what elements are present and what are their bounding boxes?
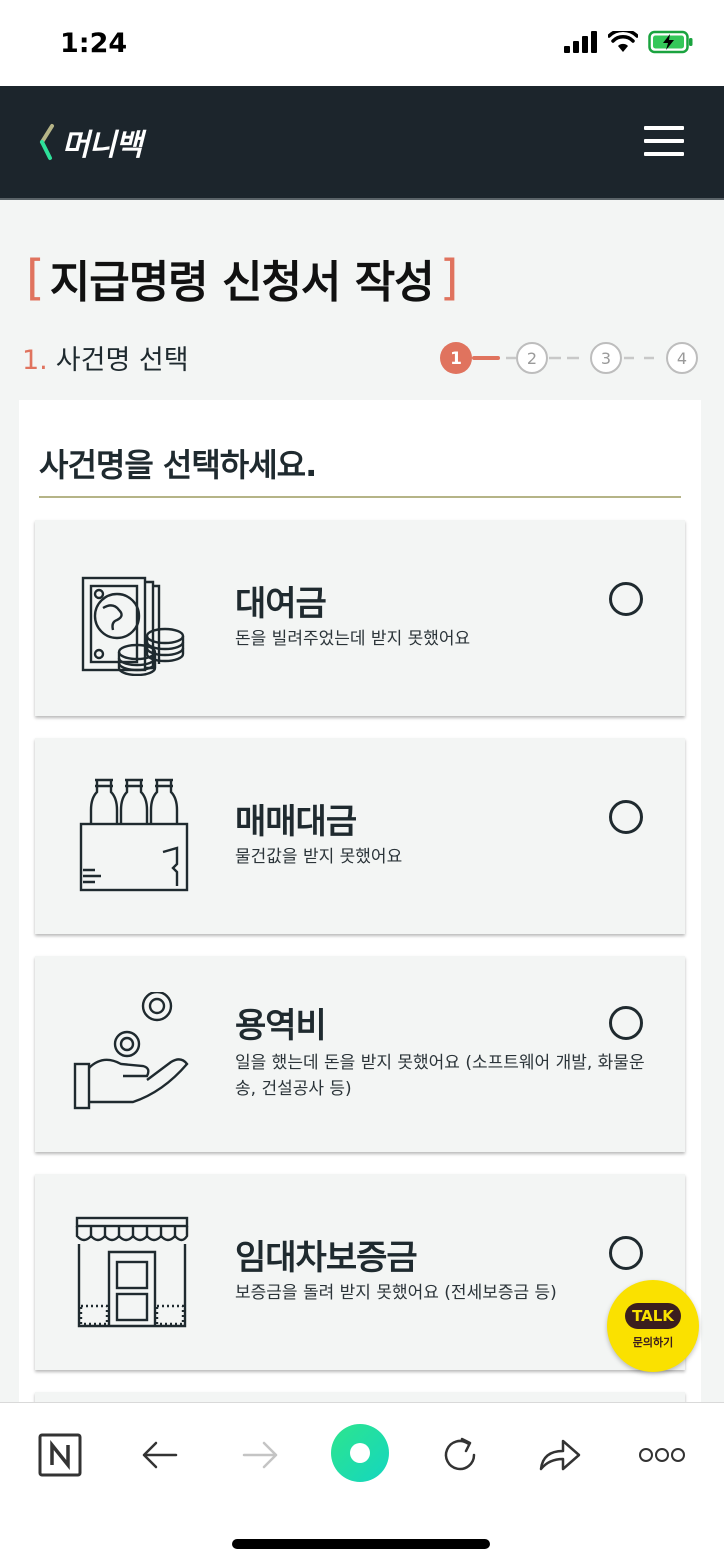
panel-title: 사건명을 선택하세요. (39, 446, 317, 484)
svg-text:1: 1 (450, 349, 462, 369)
talk-bubble: TALK (625, 1302, 681, 1329)
home-indicator (232, 1539, 490, 1549)
browser-toolbar (0, 1402, 724, 1568)
kakao-label: 문의하기 (632, 1335, 674, 1349)
back-arrow-icon[interactable] (132, 1427, 188, 1483)
status-bar: 1:24 (0, 0, 724, 86)
radio-lease-deposit[interactable] (609, 1236, 643, 1270)
hand-coin-icon (73, 992, 189, 1110)
refresh-icon[interactable] (432, 1427, 488, 1483)
status-time: 1:24 (60, 28, 128, 59)
divider (39, 496, 681, 498)
option-title: 임대차보증금 (235, 1238, 418, 1278)
hamburger-menu-icon[interactable] (644, 126, 684, 156)
wifi-icon (608, 31, 638, 52)
option-title: 용역비 (235, 1006, 327, 1046)
step-2-dot: 2 (516, 342, 548, 374)
option-desc: 일을 했는데 돈을 받지 못했어요 (소프트웨어 개발, 화물운송, 건설공사 … (235, 1053, 645, 1099)
kakao-talk-button[interactable]: TALK 문의하기 (607, 1280, 699, 1372)
title-bracket-open: [ (26, 250, 45, 306)
option-desc: 물건값을 받지 못했어요 (235, 847, 403, 867)
page-title-text: 지급명령 신청서 작성 (49, 257, 435, 308)
option-sales-price[interactable]: 매매대금 물건값을 받지 못했어요 (35, 738, 685, 934)
step-3-dot: 3 (590, 342, 622, 374)
status-icons (564, 30, 694, 54)
signal-icon (564, 31, 597, 53)
option-title: 매매대금 (235, 802, 357, 842)
option-title: 대여금 (235, 584, 327, 624)
green-dot-icon[interactable] (330, 1423, 390, 1483)
storefront-icon (75, 1216, 189, 1328)
svg-text:4: 4 (677, 349, 687, 368)
logo-text: 머니백 (62, 128, 143, 163)
radio-sales-price[interactable] (609, 800, 643, 834)
naver-home-icon[interactable] (32, 1427, 88, 1483)
radio-loan[interactable] (609, 582, 643, 616)
logo[interactable]: 머니백 (38, 122, 143, 163)
option-loan[interactable]: 대여금 돈을 빌려주었는데 받지 못했어요 (35, 520, 685, 716)
svg-text:3: 3 (601, 349, 611, 368)
option-desc: 보증금을 돌려 받지 못했어요 (전세보증금 등) (235, 1283, 557, 1303)
progress-stepper: 1 2 3 4 (440, 342, 698, 374)
step-label: 1. 사건명 선택 (22, 338, 189, 377)
logo-chevron-icon (40, 124, 54, 160)
more-icon[interactable] (634, 1427, 690, 1483)
forward-arrow-icon[interactable] (232, 1427, 288, 1483)
svg-text:2: 2 (527, 349, 537, 368)
share-icon[interactable] (532, 1427, 588, 1483)
battery-charging-icon (648, 30, 693, 54)
step-4-dot: 4 (666, 342, 698, 374)
option-service-fee[interactable]: 용역비 일을 했는데 돈을 받지 못했어요 (소프트웨어 개발, 화물운송, 건… (35, 956, 685, 1152)
bottles-box-icon (79, 778, 189, 892)
app-header: 머니백 (0, 86, 724, 200)
option-desc: 돈을 빌려주었는데 받지 못했어요 (235, 629, 471, 649)
option-lease-deposit[interactable]: 임대차보증금 보증금을 돌려 받지 못했어요 (전세보증금 등) (35, 1174, 685, 1370)
step-number: 1. (22, 345, 48, 376)
money-coins-icon (81, 576, 185, 676)
case-select-panel: 사건명을 선택하세요. 대여금 돈을 빌려주었는데 받지 못했어요 매매대금 물… (19, 400, 701, 1422)
page-title: [ 지급명령 신청서 작성 ] (20, 246, 463, 310)
step-1-dot: 1 (440, 342, 472, 374)
radio-service-fee[interactable] (609, 1006, 643, 1040)
title-bracket-close: ] (439, 250, 459, 306)
step-label-text: 사건명 선택 (55, 345, 189, 376)
